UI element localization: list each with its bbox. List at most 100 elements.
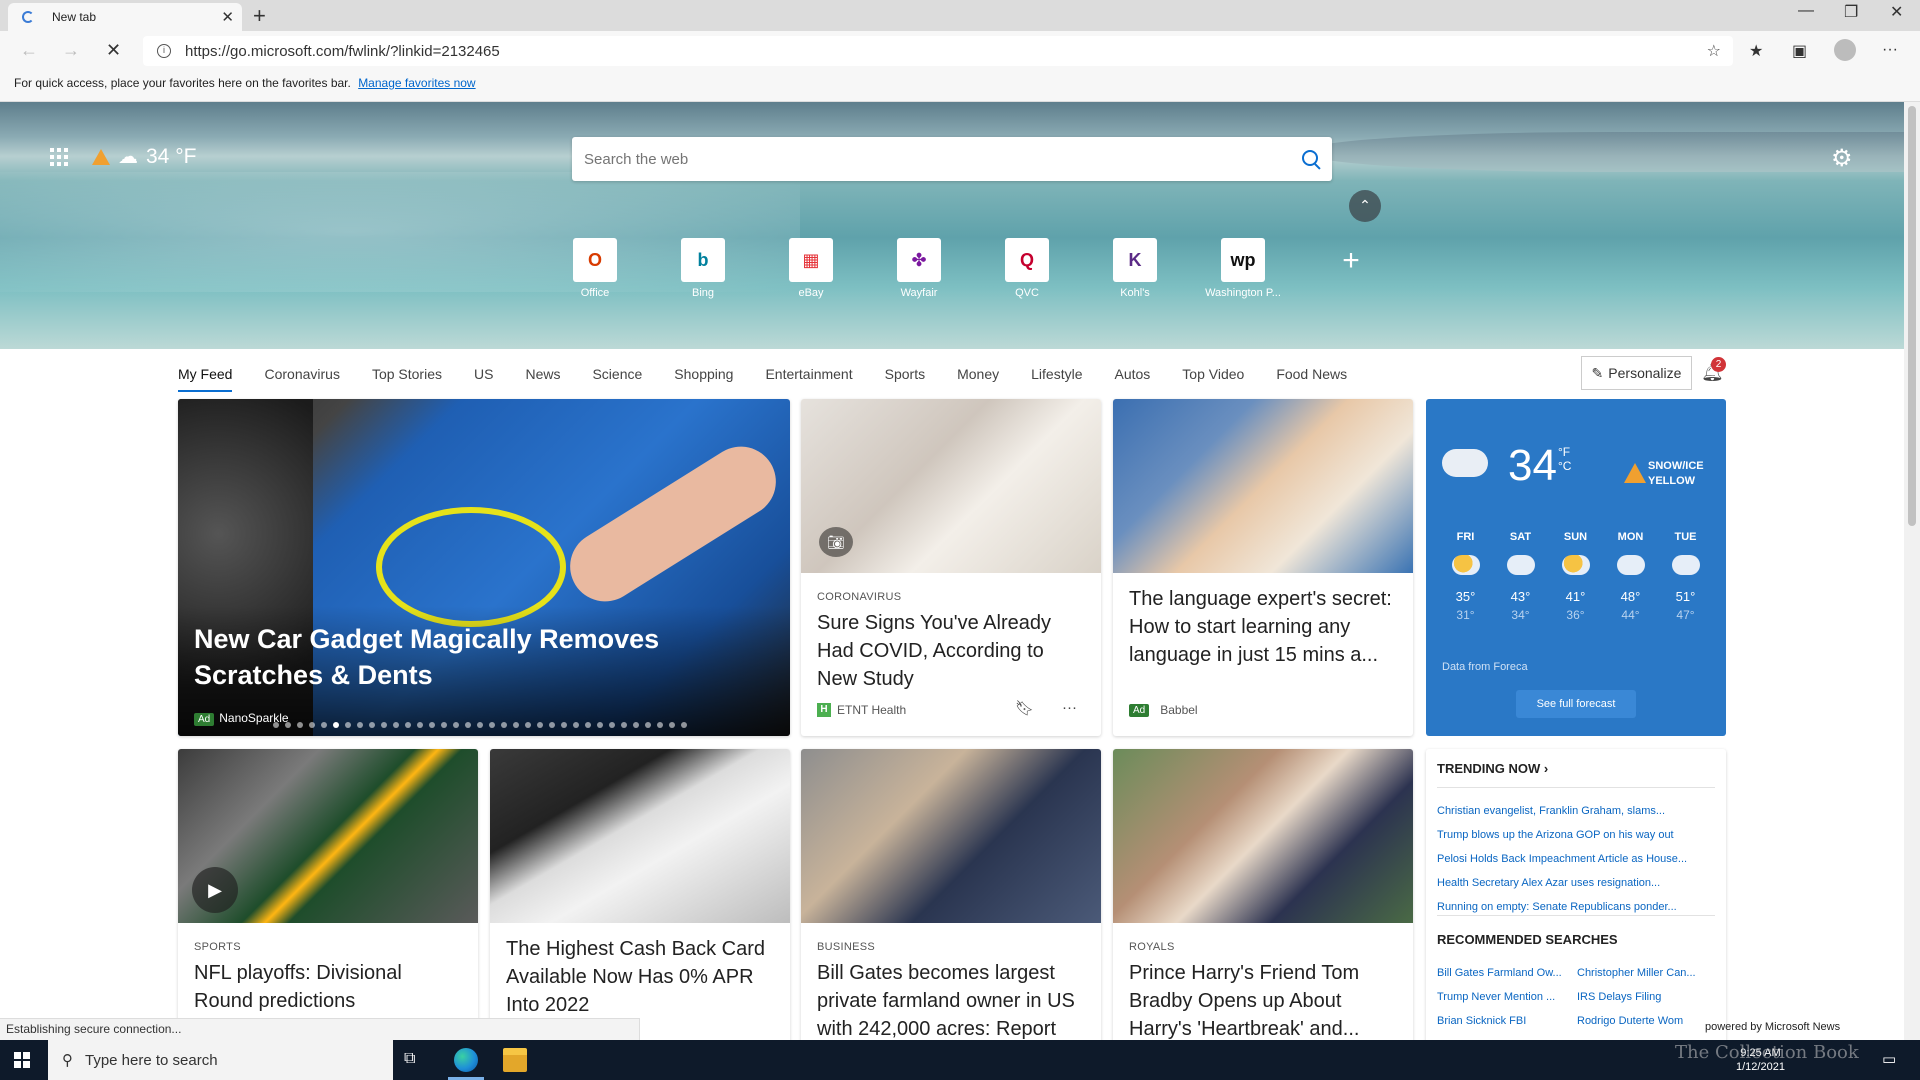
- play-video-icon[interactable]: ▶: [192, 867, 238, 913]
- weather-card[interactable]: 34 °F °C SNOW/ICE YELLOW FRI 35° 31° SAT 43° 3…: [1426, 399, 1726, 736]
- add-tile-button[interactable]: +: [1297, 238, 1405, 299]
- address-bar[interactable]: i https://go.microsoft.com/fwlink/?linki…: [143, 36, 1733, 66]
- forecast-day[interactable]: SUN 41° 36°: [1548, 531, 1603, 622]
- card-title[interactable]: Prince Harry's Friend Tom Bradby Opens u…: [1129, 959, 1399, 1043]
- tile-washington-post[interactable]: wp Washington P...: [1189, 238, 1297, 299]
- trending-heading[interactable]: TRENDING NOW ›: [1437, 761, 1548, 776]
- nav-item-lifestyle[interactable]: Lifestyle: [1031, 358, 1082, 392]
- favorites-icon[interactable]: ★: [1749, 41, 1763, 61]
- recommended-item[interactable]: Christopher Miller Can...: [1577, 961, 1717, 985]
- quick-links: O Office b Bing ▦ eBay ✤ Wayfair Q QVC K Kohl'…: [541, 238, 1405, 299]
- tile-wayfair[interactable]: ✤ Wayfair: [865, 238, 973, 299]
- windows-taskbar: ⚲ Type here to search ⧉ 9:25 AM 1/12/202…: [0, 1040, 1920, 1080]
- card-category: ROYALS: [1129, 941, 1175, 953]
- search-icon[interactable]: [1302, 150, 1320, 168]
- manage-favorites-link[interactable]: Manage favorites now: [358, 76, 475, 90]
- edge-browser-icon[interactable]: [454, 1048, 478, 1072]
- forecast-day[interactable]: MON 48° 44°: [1603, 531, 1658, 622]
- new-tab-button[interactable]: +: [253, 3, 266, 29]
- stop-loading-button[interactable]: ✕: [106, 40, 121, 61]
- tile-ebay[interactable]: ▦ eBay: [757, 238, 865, 299]
- search-input[interactable]: [584, 150, 1302, 168]
- collections-icon[interactable]: ▣: [1792, 41, 1807, 61]
- weather-temp: 34: [1508, 441, 1557, 490]
- trending-item[interactable]: Trump blows up the Arizona GOP on his wa…: [1437, 823, 1717, 847]
- hero-weather[interactable]: ☁ 34 °F: [92, 144, 196, 169]
- taskbar-search[interactable]: ⚲ Type here to search: [48, 1040, 393, 1080]
- unit-f[interactable]: °F: [1558, 445, 1570, 459]
- page-scrollbar[interactable]: [1904, 102, 1920, 1040]
- news-card-gates[interactable]: BUSINESS Bill Gates becomes largest priv…: [801, 749, 1101, 1049]
- nav-item-shopping[interactable]: Shopping: [674, 358, 733, 392]
- recommended-item[interactable]: Brian Sicknick FBI: [1437, 1009, 1577, 1033]
- weather-alert[interactable]: SNOW/ICE YELLOW: [1648, 459, 1704, 489]
- trending-item[interactable]: Pelosi Holds Back Impeachment Article as…: [1437, 847, 1717, 871]
- url-text[interactable]: https://go.microsoft.com/fwlink/?linkid=…: [185, 43, 1707, 60]
- forecast-day[interactable]: FRI 35° 31°: [1438, 531, 1493, 622]
- profile-avatar[interactable]: [1834, 39, 1856, 61]
- card-title[interactable]: Bill Gates becomes largest private farml…: [817, 959, 1087, 1043]
- personalize-button[interactable]: ✎ Personalize: [1581, 356, 1692, 390]
- tile-bing[interactable]: b Bing: [649, 238, 757, 299]
- forecast-day[interactable]: SAT 43° 34°: [1493, 531, 1548, 622]
- tab-close-icon[interactable]: ✕: [221, 8, 234, 26]
- nav-item-news[interactable]: News: [525, 358, 560, 392]
- bookmark-icon[interactable]: 🔖︎: [1015, 699, 1034, 717]
- nav-item-sports[interactable]: Sports: [885, 358, 925, 392]
- news-card-harry[interactable]: ROYALS Prince Harry's Friend Tom Bradby …: [1113, 749, 1413, 1049]
- tab-new-tab[interactable]: New tab ✕: [8, 3, 242, 31]
- nav-item-coronavirus[interactable]: Coronavirus: [264, 358, 339, 392]
- recommended-item[interactable]: Rodrigo Duterte Wom: [1577, 1009, 1717, 1033]
- add-favorite-icon[interactable]: ☆: [1707, 41, 1721, 61]
- tile-office[interactable]: O Office: [541, 238, 649, 299]
- nav-item-food-news[interactable]: Food News: [1276, 358, 1347, 392]
- forward-button[interactable]: →: [62, 40, 80, 61]
- tile-qvc[interactable]: Q QVC: [973, 238, 1081, 299]
- card-headline[interactable]: New Car Gadget Magically Removes Scratch…: [194, 621, 664, 693]
- restore-button[interactable]: ❐: [1844, 2, 1858, 22]
- window-close-button[interactable]: ✕: [1890, 2, 1903, 22]
- nav-item-top-stories[interactable]: Top Stories: [372, 358, 442, 392]
- ad-card-babbel[interactable]: The language expert's secret: How to sta…: [1113, 399, 1413, 736]
- collapse-chevron-icon[interactable]: ⌃: [1349, 190, 1381, 222]
- recommended-item[interactable]: IRS Delays Filing: [1577, 985, 1717, 1009]
- back-button[interactable]: ←: [20, 40, 38, 61]
- trending-item[interactable]: Health Secretary Alex Azar uses resignat…: [1437, 871, 1717, 895]
- file-explorer-icon[interactable]: [503, 1048, 527, 1072]
- recommended-item[interactable]: Trump Never Mention ...: [1437, 985, 1577, 1009]
- settings-gear-icon[interactable]: ⚙: [1831, 144, 1853, 173]
- trending-item[interactable]: Christian evangelist, Franklin Graham, s…: [1437, 799, 1717, 823]
- card-title[interactable]: The language expert's secret: How to sta…: [1129, 585, 1409, 669]
- nav-item-us[interactable]: US: [474, 358, 493, 392]
- more-menu-icon[interactable]: ···: [1882, 41, 1898, 59]
- nav-item-autos[interactable]: Autos: [1114, 358, 1150, 392]
- nav-item-science[interactable]: Science: [592, 358, 642, 392]
- notification-center-icon[interactable]: ▭: [1882, 1050, 1896, 1068]
- news-card-covid[interactable]: 📷︎ CORONAVIRUS Sure Signs You've Already…: [801, 399, 1101, 736]
- card-title[interactable]: Sure Signs You've Already Had COVID, Acc…: [817, 609, 1087, 693]
- nav-item-my-feed[interactable]: My Feed: [178, 358, 233, 392]
- ad-card-cashback[interactable]: The Highest Cash Back Card Available Now…: [490, 749, 790, 1049]
- card-title[interactable]: NFL playoffs: Divisional Round predictio…: [194, 959, 464, 1015]
- task-view-icon[interactable]: ⧉: [404, 1050, 428, 1074]
- unit-c[interactable]: °C: [1558, 459, 1571, 473]
- weather-source[interactable]: Data from Foreca: [1442, 661, 1528, 673]
- recommended-item[interactable]: Bill Gates Farmland Ow...: [1437, 961, 1577, 985]
- featured-ad-card[interactable]: New Car Gadget Magically Removes Scratch…: [178, 399, 790, 736]
- unit-toggle[interactable]: °F °C: [1558, 445, 1571, 473]
- start-button[interactable]: [14, 1052, 30, 1068]
- see-full-forecast-button[interactable]: See full forecast: [1516, 690, 1636, 718]
- minimize-button[interactable]: —: [1798, 2, 1814, 20]
- nav-item-entertainment[interactable]: Entertainment: [765, 358, 852, 392]
- more-options-icon[interactable]: ···: [1062, 699, 1077, 717]
- carousel-dots[interactable]: [273, 722, 687, 728]
- forecast-day[interactable]: TUE 51° 47°: [1658, 531, 1713, 622]
- site-info-icon[interactable]: i: [157, 44, 171, 58]
- app-launcher-icon[interactable]: [50, 148, 68, 166]
- card-title[interactable]: The Highest Cash Back Card Available Now…: [506, 935, 776, 1019]
- news-card-nfl[interactable]: ▶ SPORTS NFL playoffs: Divisional Round …: [178, 749, 478, 1049]
- tile-kohls[interactable]: K Kohl's: [1081, 238, 1189, 299]
- nav-item-money[interactable]: Money: [957, 358, 999, 392]
- nav-item-top-video[interactable]: Top Video: [1182, 358, 1244, 392]
- scrollbar-thumb[interactable]: [1908, 106, 1916, 526]
